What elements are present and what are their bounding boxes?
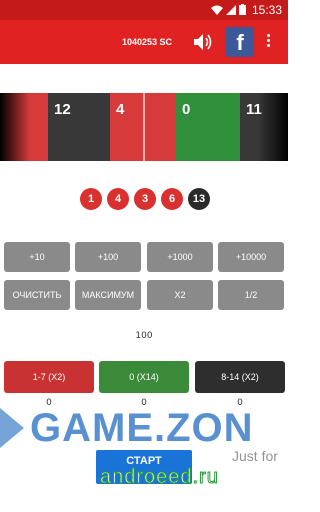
signal-icon [226,4,236,15]
status-time: 15:33 [251,3,282,17]
strip-cell: 12 [48,93,110,161]
sound-button[interactable] [192,30,214,54]
bet-high-button[interactable]: 8-14 (X2) [195,361,285,393]
battery-icon [239,4,246,15]
history-ball: 1 [80,188,102,210]
facebook-icon: f [236,30,244,55]
history-list: 1 4 3 6 13 [80,188,210,210]
history-ball: 13 [188,188,210,210]
strip-shade-left [0,93,30,161]
bet-amount: 100 [135,331,153,341]
add-10000-button[interactable]: +10000 [218,242,284,272]
balance-label: 1040253 SC [122,37,173,47]
wifi-icon [211,5,223,15]
bet-zero-button[interactable]: 0 (X14) [99,361,189,393]
watermark-subtext: Just for [232,448,278,464]
watermark-text: GAME.ZON [30,406,254,450]
double-button[interactable]: X2 [147,280,213,310]
more-vert-icon[interactable] [262,32,274,52]
add-10-button[interactable]: +10 [4,242,70,272]
half-button[interactable]: 1/2 [218,280,284,310]
watermark-site: androeed.ru [100,466,219,489]
add-1000-button[interactable]: +1000 [147,242,213,272]
app-bar: 1040253 SC f [0,20,288,64]
status-icons [211,4,246,15]
history-ball: 4 [107,188,129,210]
clear-button[interactable]: ОЧИСТИТЬ [4,280,70,310]
facebook-button[interactable]: f [226,27,254,57]
history-ball: 3 [134,188,156,210]
status-bar: 15:33 [0,0,288,20]
max-button[interactable]: МАКСИМУМ [75,280,141,310]
bet-low-button[interactable]: 1-7 (X2) [4,361,94,393]
strip-cell: 0 [176,93,240,161]
speaker-icon [194,34,212,50]
roulette-strip: 12 4 0 11 [0,93,288,161]
history-ball: 6 [161,188,183,210]
strip-pointer [143,93,145,161]
add-100-button[interactable]: +100 [75,242,141,272]
strip-shade-right [258,93,288,161]
